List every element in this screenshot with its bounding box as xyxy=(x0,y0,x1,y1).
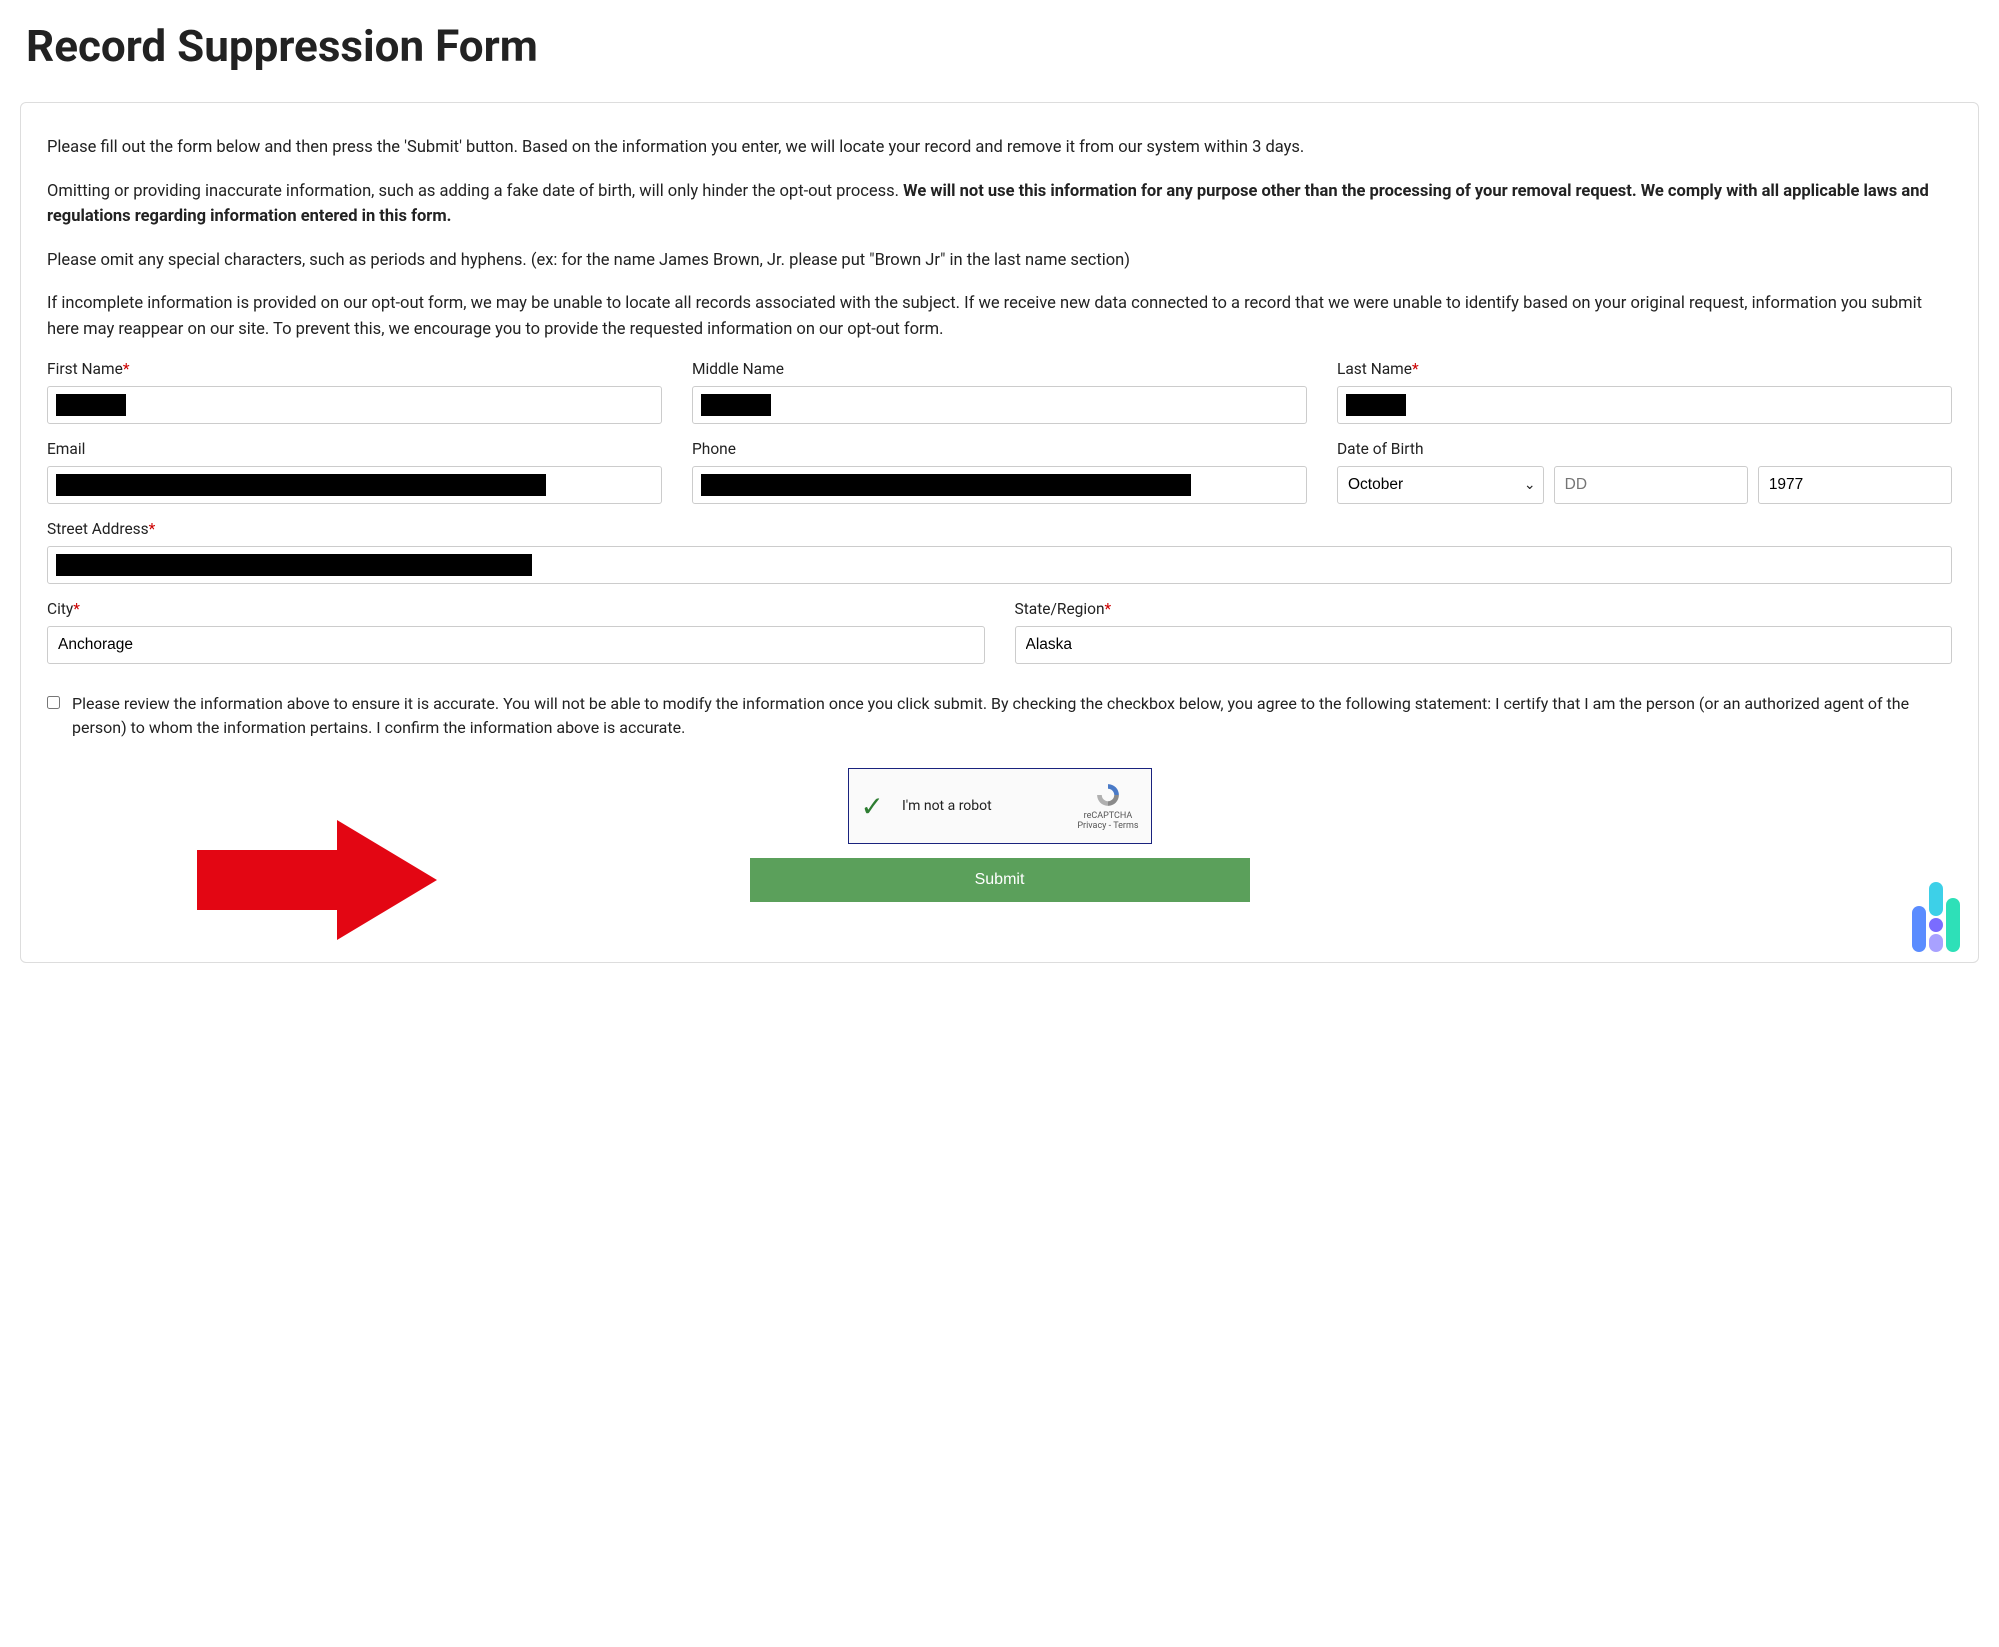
intro-p2a: Omitting or providing inaccurate informa… xyxy=(47,182,903,201)
checkmark-icon: ✓ xyxy=(861,790,884,823)
state-label: State/Region* xyxy=(1015,600,1953,618)
phone-field: Phone xyxy=(692,440,1307,504)
dob-day-input[interactable] xyxy=(1554,466,1748,504)
arrow-icon xyxy=(187,810,447,950)
captcha-branding: reCAPTCHA Privacy - Terms xyxy=(1077,781,1138,833)
phone-input[interactable] xyxy=(692,466,1307,504)
intro-text: Please fill out the form below and then … xyxy=(47,135,1952,342)
dob-field: Date of Birth ⌄ xyxy=(1337,440,1952,504)
first-name-label: First Name* xyxy=(47,360,662,378)
middle-name-input[interactable] xyxy=(692,386,1307,424)
intro-p2: Omitting or providing inaccurate informa… xyxy=(47,179,1952,230)
last-name-field: Last Name* xyxy=(1337,360,1952,424)
street-field: Street Address* xyxy=(47,520,1952,584)
recaptcha-box[interactable]: ✓ I'm not a robot reCAPTCHA Privacy - Te… xyxy=(848,768,1152,844)
form-card: Please fill out the form below and then … xyxy=(20,102,1979,963)
city-label: City* xyxy=(47,600,985,618)
consent-checkbox[interactable] xyxy=(47,696,60,709)
consent-text: Please review the information above to e… xyxy=(72,692,1952,740)
consent-block: Please review the information above to e… xyxy=(47,692,1952,740)
state-input[interactable] xyxy=(1015,626,1953,664)
middle-name-label: Middle Name xyxy=(692,360,1307,378)
intro-p3: Please omit any special characters, such… xyxy=(47,248,1952,274)
email-input[interactable] xyxy=(47,466,662,504)
dob-month-select[interactable] xyxy=(1337,466,1544,504)
state-field: State/Region* xyxy=(1015,600,1953,664)
captcha-text: I'm not a robot xyxy=(902,798,1077,814)
middle-name-field: Middle Name xyxy=(692,360,1307,424)
brand-logo-icon xyxy=(1912,882,1960,952)
last-name-label: Last Name* xyxy=(1337,360,1952,378)
email-label: Email xyxy=(47,440,662,458)
dob-label: Date of Birth xyxy=(1337,440,1952,458)
submit-button[interactable]: Submit xyxy=(750,858,1250,902)
city-field: City* xyxy=(47,600,985,664)
last-name-input[interactable] xyxy=(1337,386,1952,424)
phone-label: Phone xyxy=(692,440,1307,458)
first-name-input[interactable] xyxy=(47,386,662,424)
dob-year-input[interactable] xyxy=(1758,466,1952,504)
intro-p1: Please fill out the form below and then … xyxy=(47,135,1952,161)
email-field: Email xyxy=(47,440,662,504)
page-title: Record Suppression Form xyxy=(26,20,1979,72)
street-label: Street Address* xyxy=(47,520,1952,538)
street-input[interactable] xyxy=(47,546,1952,584)
recaptcha-icon xyxy=(1092,781,1124,809)
intro-p4: If incomplete information is provided on… xyxy=(47,291,1952,342)
first-name-field: First Name* xyxy=(47,360,662,424)
city-input[interactable] xyxy=(47,626,985,664)
